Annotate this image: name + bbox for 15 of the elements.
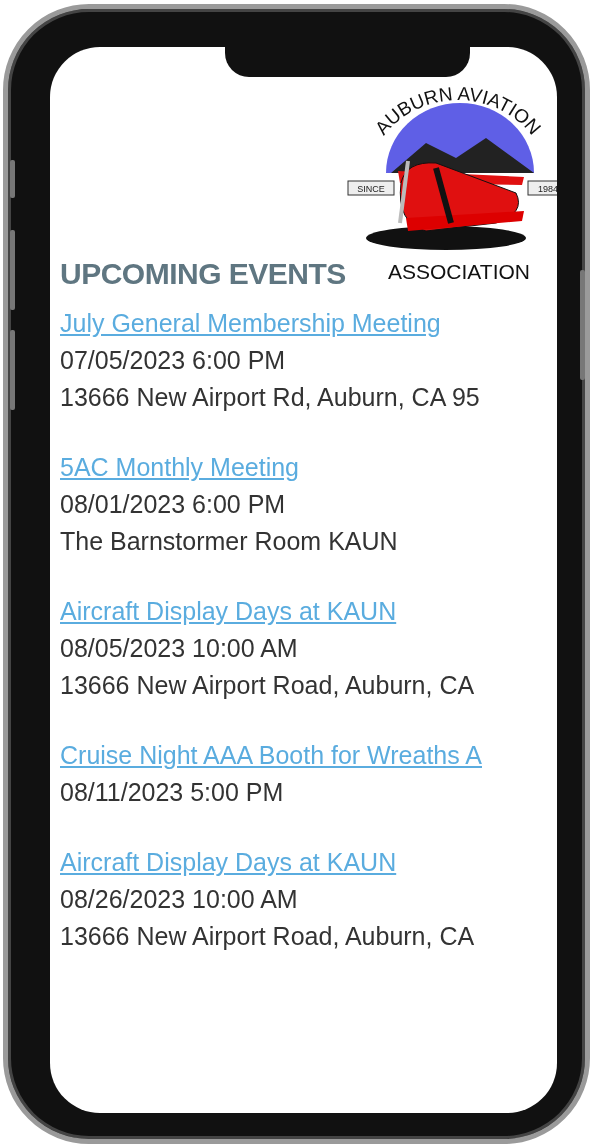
event-date-time: 08/11/2023 5:00 PM bbox=[60, 778, 285, 807]
event-date-time: 08/26/2023 10:00 AM bbox=[60, 885, 299, 914]
event-location: 13666 New Airport Road, Auburn, CA bbox=[60, 671, 476, 700]
event-location: 13666 New Airport Rd, Auburn, CA 95 bbox=[60, 383, 481, 412]
event-title-link[interactable]: Aircraft Display Days at KAUN bbox=[60, 597, 397, 626]
event-date-time: 08/05/2023 10:00 AM bbox=[60, 634, 299, 663]
event-title-link[interactable]: Cruise Night AAA Booth for Wreaths A bbox=[60, 741, 482, 770]
section-heading: UPCOMING EVENTS bbox=[60, 257, 346, 291]
event-title-link[interactable]: July General Membership Meeting bbox=[60, 309, 441, 338]
event-date-time: 07/05/2023 6:00 PM bbox=[60, 346, 287, 375]
event-title-link[interactable]: Aircraft Display Days at KAUN bbox=[60, 848, 397, 877]
event-location: The Barnstormer Room KAUN bbox=[60, 527, 399, 556]
event-date-time: 08/01/2023 6:00 PM bbox=[60, 490, 287, 519]
event-title-link[interactable]: 5AC Monthly Meeting bbox=[60, 453, 299, 482]
event-location: 13666 New Airport Road, Auburn, CA bbox=[60, 922, 476, 951]
